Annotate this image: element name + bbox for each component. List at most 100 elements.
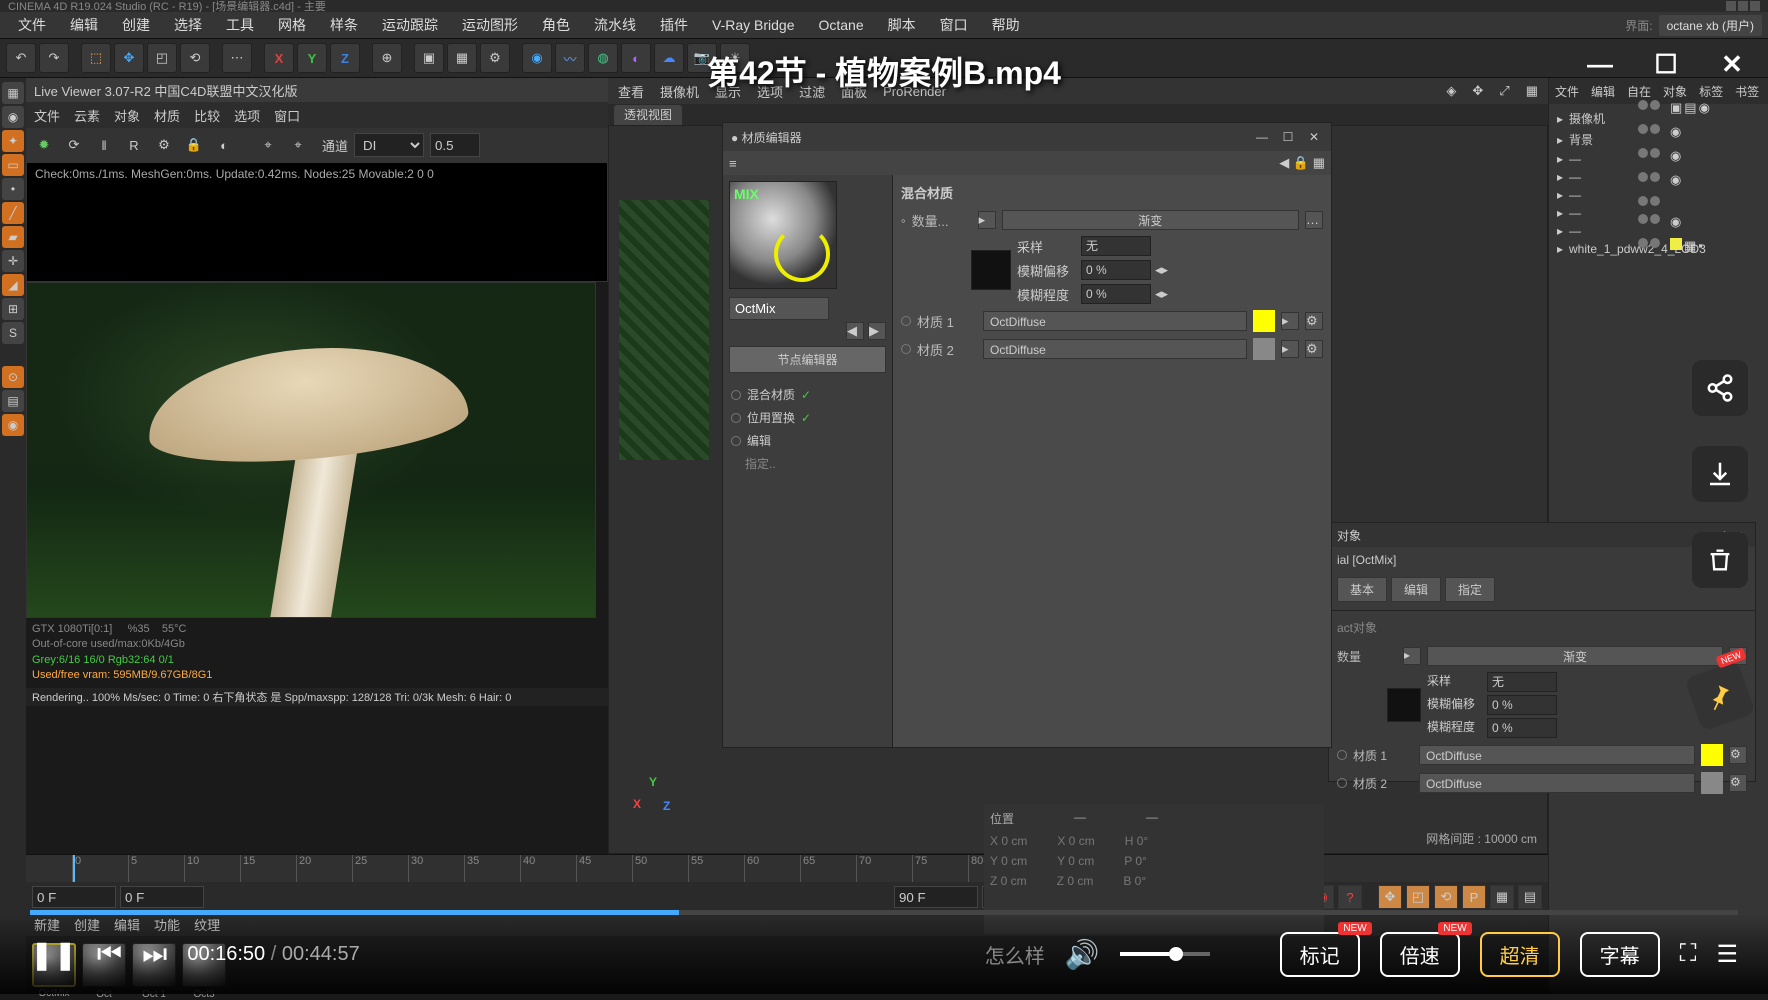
attr-tab-edit[interactable]: 编辑 — [1391, 577, 1441, 602]
me-sample-swatch[interactable] — [971, 250, 1011, 290]
me-mat2-field[interactable]: OctDiffuse — [983, 339, 1247, 359]
attr-tab-assign[interactable]: 指定 — [1445, 577, 1495, 602]
me-mat1-field[interactable]: OctDiffuse — [983, 311, 1247, 331]
tag-icon[interactable]: ◉ — [1670, 124, 1681, 140]
attr-mat1-swatch[interactable] — [1701, 744, 1723, 766]
me-pin-icon[interactable]: 🔒 — [1293, 155, 1309, 170]
lv-tab-window[interactable]: 窗口 — [274, 106, 300, 125]
volume-slider[interactable] — [1120, 952, 1210, 956]
play-pause-icon[interactable]: ❚❚ — [30, 938, 77, 971]
menu-help[interactable]: 帮助 — [980, 11, 1032, 39]
axis-y-toggle[interactable]: Y — [297, 43, 327, 73]
me-mat1-swatch[interactable] — [1253, 310, 1275, 332]
obj-item-3[interactable]: — — [1569, 170, 1581, 184]
add-generator-button[interactable]: ◍ — [588, 43, 618, 73]
share-icon[interactable] — [1692, 360, 1748, 416]
add-object-button[interactable]: ◉ — [522, 43, 552, 73]
me-mat2-pick-icon[interactable]: ▸ — [1281, 340, 1299, 358]
tl-key-icon[interactable]: ? — [1338, 885, 1362, 909]
render-settings-button[interactable]: ⚙ — [480, 43, 510, 73]
me-back-icon[interactable]: ◀ — [1279, 155, 1289, 170]
obj-item-2[interactable]: — — [1569, 152, 1581, 166]
me-check-mix[interactable] — [731, 390, 741, 400]
menu-window[interactable]: 窗口 — [928, 11, 980, 39]
object-mode-icon[interactable]: ◉ — [2, 106, 24, 128]
menu-vray[interactable]: V-Ray Bridge — [700, 13, 806, 37]
me-node-editor-button[interactable]: 节点编辑器 — [729, 346, 886, 373]
fullscreen-icon[interactable]: ⛶ — [1680, 940, 1697, 968]
tag-icon[interactable]: ◉ — [1670, 172, 1681, 188]
poly-mode-icon[interactable]: ▰ — [2, 226, 24, 248]
vp-nav-icon3[interactable]: ⤢ — [1499, 83, 1509, 99]
me-check-displace[interactable] — [731, 413, 741, 423]
lv-tab-cloud[interactable]: 云素 — [74, 106, 100, 125]
account-label[interactable]: octane xb (用户) — [1659, 15, 1762, 36]
me-prev-icon[interactable]: ◀ — [846, 322, 864, 340]
quality-button[interactable]: 超清 — [1480, 932, 1560, 977]
lv-tab-compare[interactable]: 比较 — [194, 106, 220, 125]
tl-rot-key-icon[interactable]: ⟲ — [1434, 885, 1458, 909]
tl-cur-input[interactable] — [120, 886, 204, 908]
attr-sample-swatch[interactable] — [1387, 688, 1421, 722]
workplane2-icon[interactable]: ▤ — [2, 390, 24, 412]
snap-icon[interactable]: ⊞ — [2, 298, 24, 320]
axis-x-toggle[interactable]: X — [264, 43, 294, 73]
tag-icon[interactable]: ▤ — [1684, 100, 1696, 116]
me-amount-arrow-icon[interactable]: ▸ — [978, 211, 996, 229]
add-spline-button[interactable]: 〰 — [555, 43, 585, 73]
lv-tab-material[interactable]: 材质 — [154, 106, 180, 125]
tl-start-input[interactable] — [32, 886, 116, 908]
obj-item-4[interactable]: — — [1569, 188, 1581, 202]
vp-nav-icon4[interactable]: ▦ — [1526, 83, 1538, 99]
model-mode-icon[interactable]: ▦ — [2, 82, 24, 104]
lv-zoom-input[interactable] — [430, 133, 480, 157]
menu-octane[interactable]: Octane — [806, 13, 875, 37]
me-preview[interactable]: MIX — [729, 181, 837, 289]
prev-icon[interactable]: ⏮ — [97, 938, 122, 971]
tag-icon[interactable]: ◉ — [1670, 148, 1681, 164]
mark-button[interactable]: 标记NEW — [1280, 932, 1360, 977]
me-mat1-pick-icon[interactable]: ▸ — [1281, 312, 1299, 330]
me-next-icon[interactable]: ▶ — [868, 322, 886, 340]
me-min-icon[interactable]: — — [1253, 130, 1271, 144]
menu-mesh[interactable]: 网格 — [266, 11, 318, 39]
lv-refresh-icon[interactable]: ⟳ — [62, 133, 86, 157]
attr-tab-basic[interactable]: 基本 — [1337, 577, 1387, 602]
me-amount-button[interactable]: 渐变 — [1002, 210, 1299, 230]
coord-system-button[interactable]: ⊕ — [372, 43, 402, 73]
obj-bg[interactable]: 背景 — [1569, 131, 1593, 148]
lv-region-icon[interactable]: R — [122, 133, 146, 157]
menu-script[interactable]: 脚本 — [876, 11, 928, 39]
undo-button[interactable]: ↶ — [6, 43, 36, 73]
tag-icon[interactable]: ▣ — [1670, 100, 1682, 116]
menu-motrack[interactable]: 运动跟踪 — [370, 11, 450, 39]
obj-item-5[interactable]: — — [1569, 206, 1581, 220]
edge-mode-icon[interactable]: ╱ — [2, 202, 24, 224]
om-tab-file[interactable]: 文件 — [1555, 83, 1579, 100]
menu-mograph[interactable]: 运动图形 — [450, 11, 530, 39]
add-env-button[interactable]: ☁ — [654, 43, 684, 73]
obj-camera[interactable]: 摄像机 — [1569, 110, 1605, 127]
workplane-icon[interactable]: ▭ — [2, 154, 24, 176]
menu-pipeline[interactable]: 流水线 — [582, 11, 648, 39]
menu-create[interactable]: 创建 — [110, 11, 162, 39]
axis-z-toggle[interactable]: Z — [330, 43, 360, 73]
rotate-tool[interactable]: ⟲ — [180, 43, 210, 73]
point-mode-icon[interactable]: • — [2, 178, 24, 200]
menu-char[interactable]: 角色 — [530, 11, 582, 39]
tag-icon[interactable]: ◉ — [1670, 214, 1681, 230]
menu-select[interactable]: 选择 — [162, 11, 214, 39]
obj-item-6[interactable]: — — [1569, 224, 1581, 238]
select-tool[interactable]: ⬚ — [81, 43, 111, 73]
scale-tool[interactable]: ◰ — [147, 43, 177, 73]
me-menu-icon[interactable]: ≡ — [729, 156, 737, 171]
attr-blurscale-input[interactable] — [1487, 718, 1557, 738]
attr-mat1-field[interactable]: OctDiffuse — [1419, 745, 1695, 765]
speed-button[interactable]: 倍速NEW — [1380, 932, 1460, 977]
me-toggle-icon[interactable]: ▦ — [1313, 155, 1325, 170]
attr-mat1-menu-icon[interactable]: ⚙ — [1729, 746, 1747, 764]
attr-mat2-field[interactable]: OctDiffuse — [1419, 773, 1695, 793]
attr-amount-arrow-icon[interactable]: ▸ — [1403, 647, 1421, 665]
add-deformer-button[interactable]: ◐ — [621, 43, 651, 73]
vp-menu-view[interactable]: 查看 — [618, 82, 644, 101]
